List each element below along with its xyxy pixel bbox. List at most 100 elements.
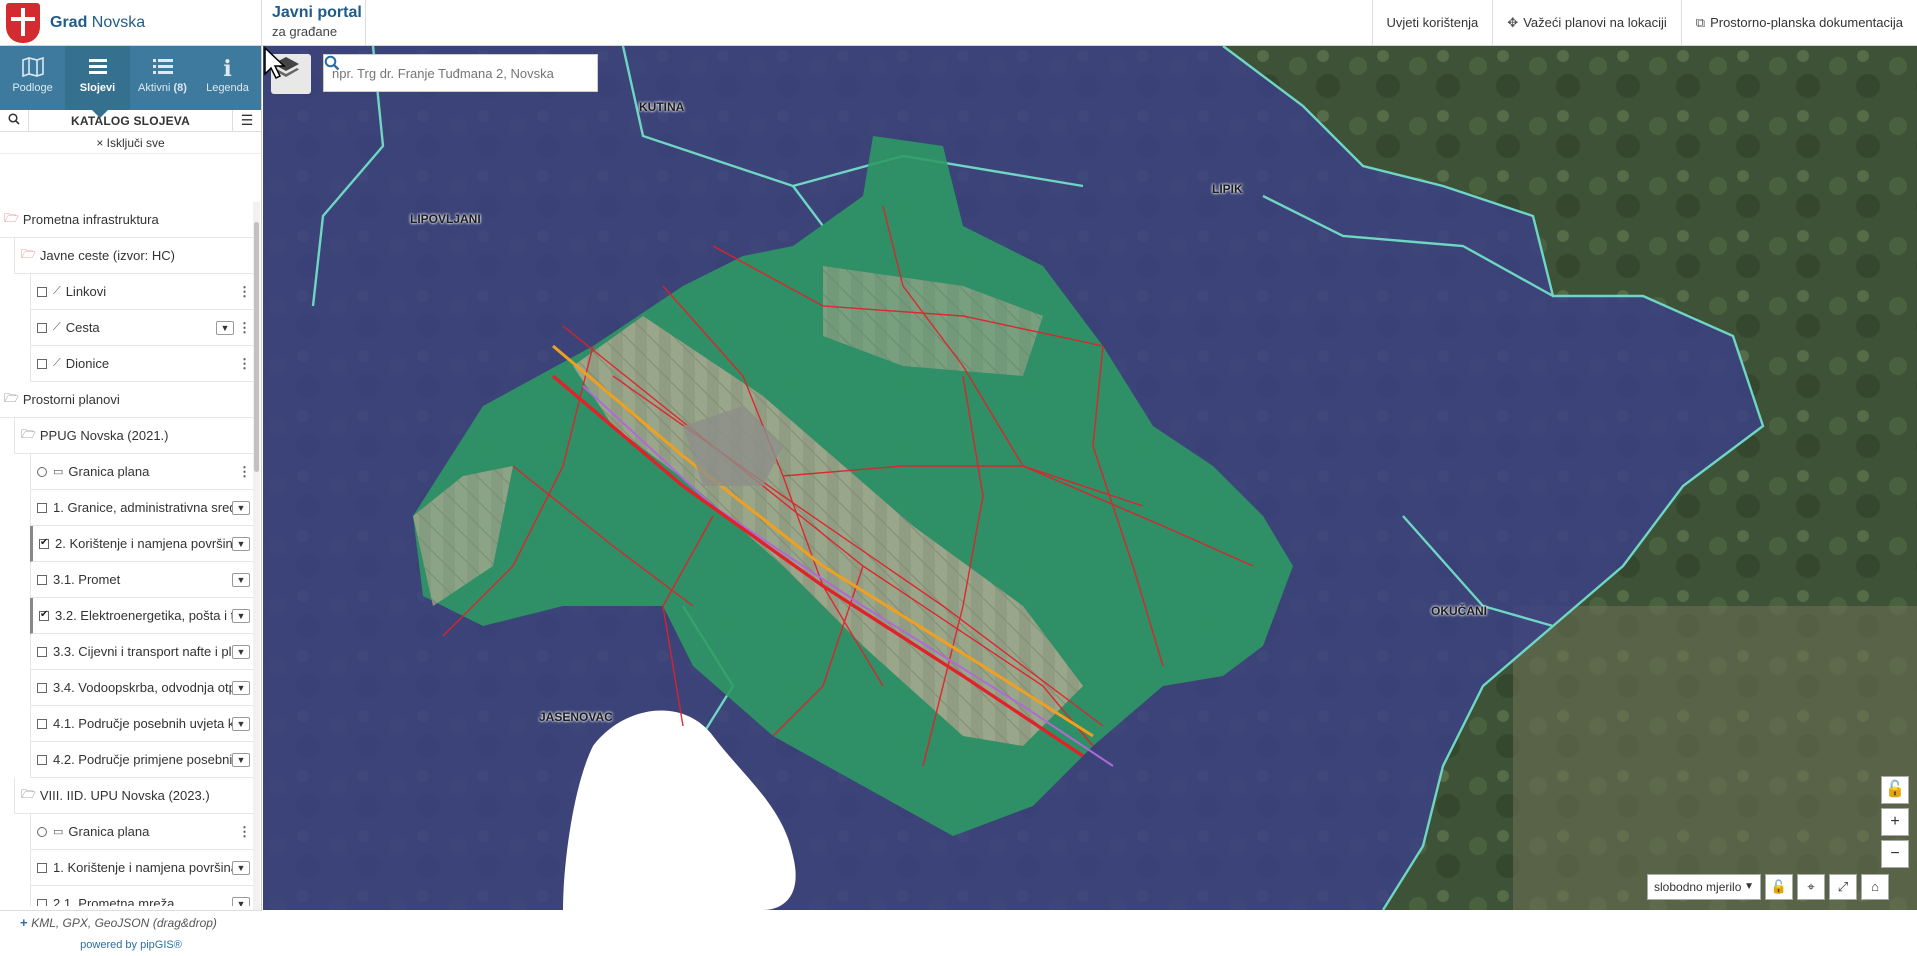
tree-layer-upu-prometna-mreza[interactable]: 2.1. Prometna mreža ▼ <box>30 886 254 906</box>
layer-checkbox[interactable] <box>37 754 47 765</box>
tab-slojevi[interactable]: Slojevi <box>65 46 130 118</box>
zoom-in-button[interactable]: + <box>1881 808 1909 836</box>
place-label-jasenovac: JASENOVAC <box>539 710 613 724</box>
tree-layer-linkovi[interactable]: ⟋ Linkovi ⋮ <box>30 274 254 310</box>
chevron-down-icon[interactable]: ▼ <box>232 716 250 731</box>
layer-checkbox[interactable] <box>37 502 47 513</box>
place-label-kutina: KUTINA <box>639 100 685 114</box>
folder-open-icon: 🗁 <box>21 427 36 441</box>
planning-documentation-link[interactable]: ⧉ Prostorno-planska dokumentacija <box>1680 0 1917 45</box>
more-options-icon[interactable]: ⋮ <box>238 284 251 300</box>
layer-checkbox[interactable] <box>37 358 47 369</box>
close-icon: × <box>96 136 107 150</box>
chevron-down-icon[interactable]: ▼ <box>232 860 250 875</box>
powered-by-link[interactable]: powered by pipGIS® <box>0 934 262 956</box>
location-search <box>323 54 598 92</box>
add-file-button[interactable]: + KML, GPX, GeoJSON (drag&drop) <box>0 910 262 934</box>
chevron-down-icon[interactable]: ▼ <box>232 680 250 695</box>
layer-checkbox[interactable] <box>37 286 47 297</box>
tree-layer-granica-plana[interactable]: ▭ Granica plana ⋮ <box>30 454 254 490</box>
place-label-okucani: OKUČANI <box>1431 604 1487 618</box>
more-options-icon[interactable]: ⋮ <box>238 356 251 372</box>
layer-checkbox-checked[interactable] <box>39 609 49 621</box>
exclude-all-button[interactable]: × Isključi sve <box>0 132 261 154</box>
folder-open-icon: 🗁 <box>4 211 19 225</box>
tree-layer-posebne-mjere[interactable]: 4.2. Područje primjene posebnih mjera▼ <box>30 742 254 778</box>
tab-aktivni[interactable]: Aktivni (8) <box>130 46 195 110</box>
chevron-down-icon[interactable]: ▼ <box>232 608 250 623</box>
tree-layer-upu-granica-plana[interactable]: ▭ Granica plana ⋮ <box>30 814 254 850</box>
fullscreen-button[interactable]: ⤢ <box>1829 874 1857 900</box>
tree-layer-koristenje[interactable]: 2. Korištenje i namjena površina▼ <box>30 526 254 562</box>
lock-scale-button[interactable]: 🔓 <box>1765 874 1793 900</box>
tree-subgroup-upu-novska[interactable]: 🗁 VIII. IID. UPU Novska (2023.) <box>14 778 254 814</box>
layer-checkbox[interactable] <box>37 574 47 585</box>
tree-layer-granice[interactable]: 1. Granice, administrativna središta▼ <box>30 490 254 526</box>
folder-open-icon: 🗁 <box>21 787 36 801</box>
plus-icon: + <box>20 915 28 930</box>
layer-tree: 🗁 Prometna infrastruktura 🗁 Javne ceste (i… <box>0 202 254 906</box>
scrollbar-thumb[interactable] <box>254 222 259 472</box>
city-crest-logo <box>6 2 40 43</box>
search-icon[interactable] <box>0 113 28 128</box>
chevron-down-icon[interactable]: ▼ <box>232 644 250 659</box>
home-extent-button[interactable]: ⌂ <box>1861 874 1889 900</box>
tree-scrollbar[interactable] <box>253 202 260 910</box>
line-geometry-icon: ⟋ <box>53 357 61 369</box>
map-graphic <box>263 46 1917 910</box>
polygon-geometry-icon: ▭ <box>53 466 64 478</box>
layer-radio[interactable] <box>37 466 47 477</box>
tree-layer-cesta[interactable]: ⟋ Cesta ▼ ⋮ <box>30 310 254 346</box>
chevron-down-icon[interactable]: ▼ <box>216 320 234 335</box>
scale-select[interactable]: slobodno mjerilo ▼ <box>1647 874 1761 900</box>
document-copy-icon: ⧉ <box>1695 14 1706 30</box>
layer-checkbox[interactable] <box>37 862 47 873</box>
crosshair-icon: ✥ <box>1507 14 1519 30</box>
locate-me-button[interactable]: ⌖ <box>1797 874 1825 900</box>
more-options-icon[interactable]: ⋮ <box>238 320 251 336</box>
layer-checkbox[interactable] <box>37 646 47 657</box>
chevron-down-icon[interactable]: ▼ <box>232 536 250 551</box>
chevron-down-icon[interactable]: ▼ <box>232 500 250 515</box>
tree-group-prometna[interactable]: 🗁 Prometna infrastruktura <box>0 202 254 238</box>
layer-checkbox[interactable] <box>37 322 47 333</box>
valid-plans-at-location-link[interactable]: ✥ Važeći planovi na lokaciji <box>1492 0 1680 45</box>
layer-checkbox[interactable] <box>37 682 47 693</box>
portal-title: Javni portal <box>272 4 362 21</box>
tree-layer-dionice[interactable]: ⟋ Dionice ⋮ <box>30 346 254 382</box>
layer-checkbox[interactable] <box>37 898 47 906</box>
tree-subgroup-ppug-novska[interactable]: 🗁 PPUG Novska (2021.) <box>14 418 254 454</box>
tab-legenda[interactable]: i Legenda <box>195 46 260 110</box>
layer-radio[interactable] <box>37 826 47 837</box>
lock-rotation-button[interactable]: 🔓 <box>1881 776 1909 804</box>
catalog-title: KATALOG SLOJEVA <box>28 109 233 132</box>
more-options-icon[interactable]: ⋮ <box>238 464 251 480</box>
chevron-down-icon[interactable]: ▼ <box>232 896 250 906</box>
folder-open-icon: 🗁 <box>4 391 19 405</box>
tree-layer-promet[interactable]: 3.1. Promet ▼ <box>30 562 254 598</box>
terms-of-use-link[interactable]: Uvjeti korištenja <box>1371 0 1493 45</box>
brand-name: Grad Novska <box>50 13 146 31</box>
map-canvas[interactable]: KUTINA LIPIK LIPOVLJANI OKUČANI JASENOVA… <box>263 46 1917 910</box>
hamburger-menu-icon[interactable]: ☰ <box>233 112 261 129</box>
layer-checkbox[interactable] <box>37 718 47 729</box>
chevron-down-icon[interactable]: ▼ <box>232 752 250 767</box>
search-input[interactable] <box>324 55 561 91</box>
more-options-icon[interactable]: ⋮ <box>238 824 251 840</box>
layer-checkbox-checked[interactable] <box>39 537 49 549</box>
tree-layer-upu-koristenje[interactable]: 1. Korištenje i namjena površina ▼ <box>30 850 254 886</box>
tree-layer-elektroenergetika[interactable]: 3.2. Elektroenergetika, pošta i telekomu… <box>30 598 254 634</box>
tab-podloge[interactable]: Podloge <box>0 46 65 110</box>
tree-group-prostorni-planovi[interactable]: 🗁 Prostorni planovi <box>0 382 254 418</box>
tree-layer-vodoopskrba[interactable]: 3.4. Vodoopskrba, odvodnja otpadnih voda… <box>30 670 254 706</box>
list-icon <box>130 56 195 82</box>
tree-subgroup-javne-ceste[interactable]: 🗁 Javne ceste (izvor: HC) <box>14 238 254 274</box>
place-label-lipik: LIPIK <box>1212 182 1243 196</box>
tree-layer-cijevni-transport[interactable]: 3.3. Cijevni i transport nafte i plina ▼ <box>30 634 254 670</box>
catalog-bar: KATALOG SLOJEVA ☰ <box>0 109 261 132</box>
tree-layer-posebni-uvjeti[interactable]: 4.1. Područje posebnih uvjeta korištenja… <box>30 706 254 742</box>
polygon-geometry-icon: ▭ <box>53 826 64 838</box>
zoom-out-button[interactable]: − <box>1881 840 1909 868</box>
brand[interactable]: Grad Novska <box>0 0 262 45</box>
chevron-down-icon[interactable]: ▼ <box>232 572 250 587</box>
